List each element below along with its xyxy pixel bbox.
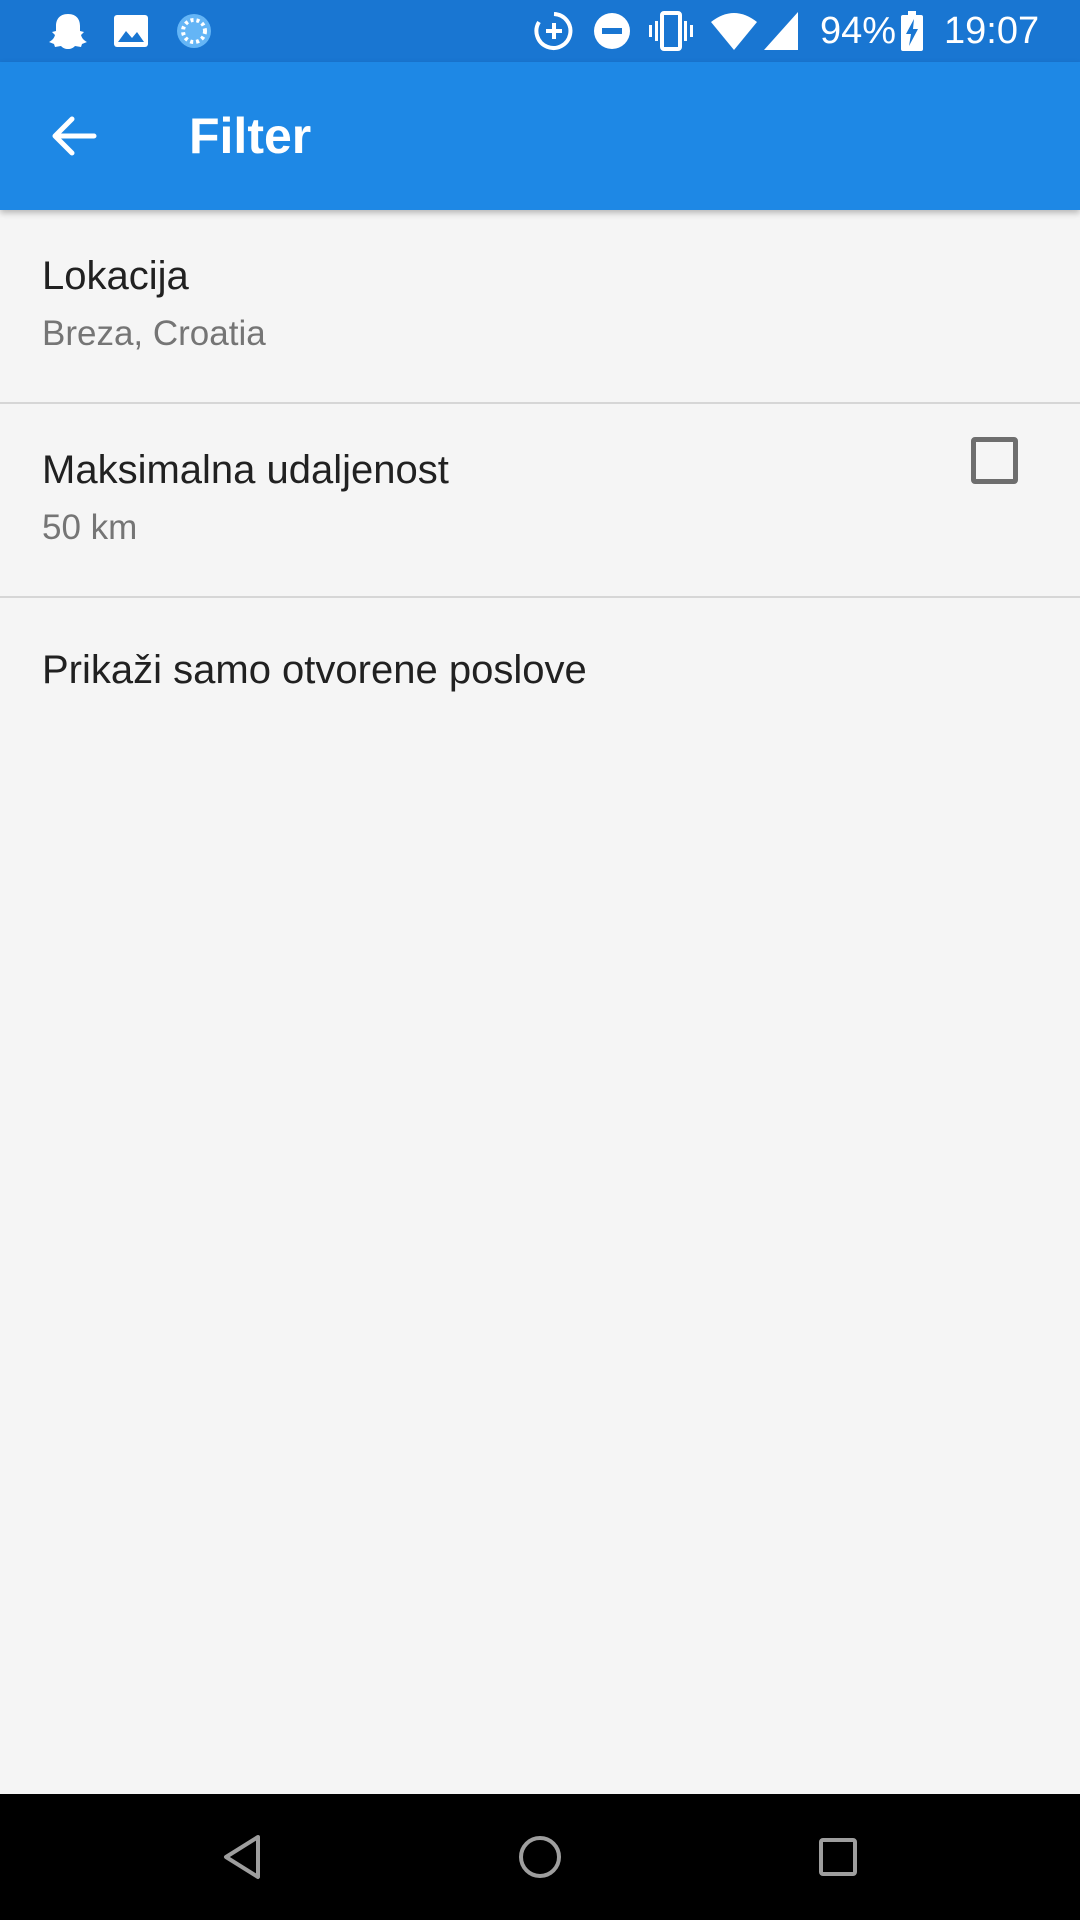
open-jobs-only-preference[interactable]: Prikaži samo otvorene poslove: [0, 598, 1080, 742]
nav-back-button[interactable]: [202, 1817, 282, 1897]
app-bar: Filter: [0, 62, 1080, 210]
home-circle-icon: [519, 1836, 561, 1878]
nav-recents-button[interactable]: [798, 1817, 878, 1897]
battery-charging-icon: [901, 11, 923, 51]
status-bar: 94% 19:07: [0, 0, 1080, 62]
sync-icon: [177, 14, 211, 48]
max-distance-summary: 50 km: [42, 508, 138, 547]
image-icon: [114, 15, 148, 47]
settings-list: Lokacija Breza, Croatia Maksimalna udalj…: [0, 210, 1080, 742]
wifi-icon: [711, 13, 757, 50]
open-jobs-only-checkbox[interactable]: [971, 437, 1018, 484]
open-jobs-only-title: Prikaži samo otvorene poslove: [42, 648, 587, 692]
back-triangle-icon: [224, 1835, 260, 1879]
location-preference[interactable]: Lokacija Breza, Croatia: [0, 210, 1080, 404]
location-title: Lokacija: [42, 254, 189, 298]
snapchat-ghost-icon: [49, 14, 87, 49]
page-title: Filter: [189, 108, 312, 164]
cell-signal-icon: [764, 12, 798, 50]
back-button[interactable]: [24, 96, 124, 176]
navigation-bar: [0, 1794, 1080, 1920]
clock: 19:07: [944, 10, 1040, 52]
arrow-back-icon: [52, 116, 97, 156]
max-distance-title: Maksimalna udaljenost: [42, 448, 449, 492]
data-saver-icon: [534, 12, 573, 50]
max-distance-preference[interactable]: Maksimalna udaljenost 50 km: [0, 404, 1080, 598]
vibrate-icon: [649, 11, 693, 51]
location-summary: Breza, Croatia: [42, 314, 266, 353]
do-not-disturb-icon: [594, 13, 630, 49]
nav-home-button[interactable]: [500, 1817, 580, 1897]
recents-square-icon: [819, 1838, 857, 1876]
battery-percentage: 94%: [820, 10, 897, 52]
